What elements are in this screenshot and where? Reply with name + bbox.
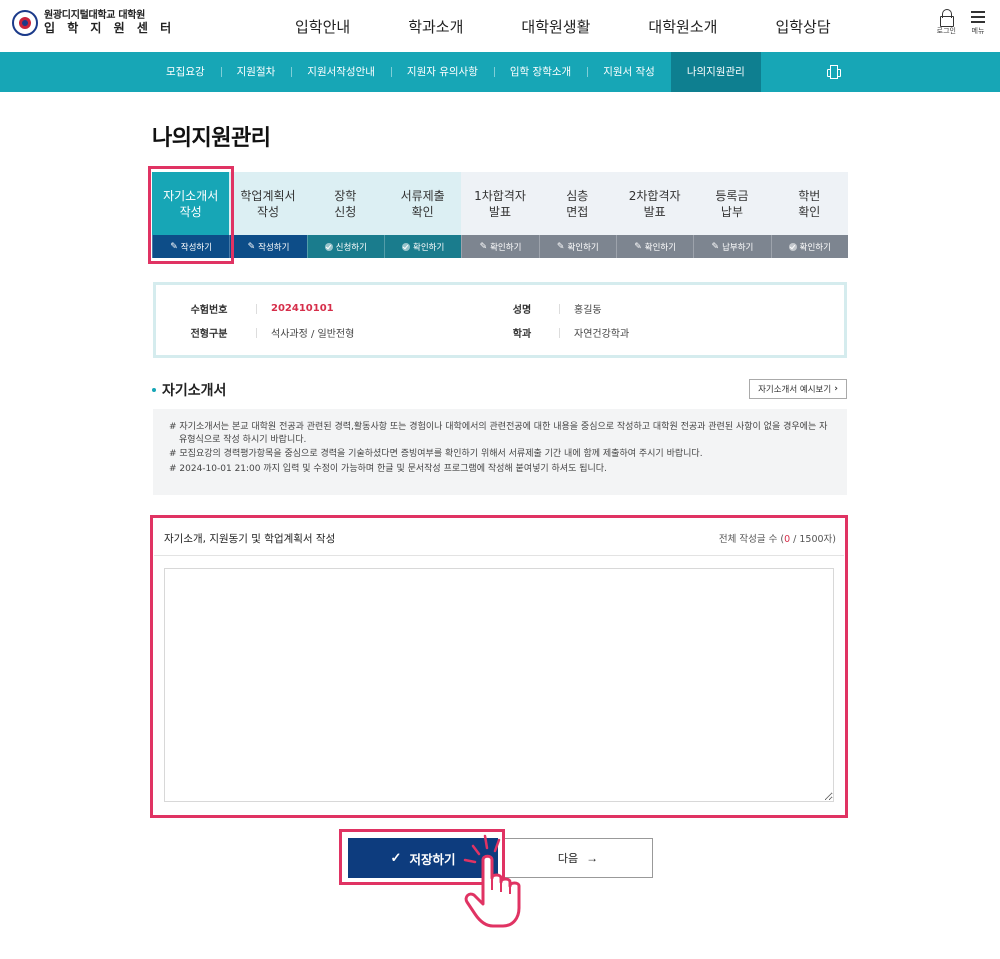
name-label: 성명: [512, 305, 532, 316]
step-action-button[interactable]: ✎ 작성하기: [229, 235, 307, 258]
step-tuition[interactable]: 등록금 납부 ✎ 납부하기: [693, 172, 771, 258]
menu-button[interactable]: 메뉴: [970, 8, 986, 36]
site-logo[interactable]: 원광디지털대학교 대학원 입 학 지 원 센 터: [12, 10, 175, 36]
self-intro-form: 자기소개, 지원동기 및 학업계획서 작성 전체 작성글 수 (0 / 1500…: [154, 518, 844, 814]
notice-box: # 자기소개서는 본교 대학원 전공과 관련된 경력,활동사항 또는 경험이나 …: [153, 409, 847, 495]
arrow-right-icon: →: [586, 851, 599, 865]
step-action-button[interactable]: 확인하기: [383, 235, 462, 258]
university-emblem-icon: [12, 10, 38, 36]
admission-type-label: 전형구분: [190, 329, 228, 340]
step-action-button[interactable]: 확인하기: [770, 235, 848, 258]
check-icon: [402, 242, 410, 251]
applicant-info-box: 수험번호 202410101 성명 홍길동 전형구분 석사과정 / 일반전형 학…: [153, 282, 847, 358]
pencil-icon: ✎: [247, 241, 256, 252]
exam-number-label: 수험번호: [190, 305, 228, 316]
step-interview[interactable]: 심층 면접 ✎ 확인하기: [538, 172, 616, 258]
application-steps: 자기소개서 작성 ✎ 작성하기 학업계획서 작성 ✎ 작성하기 장학 신청 신청하기 서류…: [152, 172, 848, 258]
step-scholarship[interactable]: 장학 신청 신청하기: [306, 172, 384, 258]
print-icon[interactable]: [826, 65, 841, 78]
hamburger-menu-icon: [970, 8, 986, 26]
department-label: 학과: [512, 329, 532, 340]
name-value: 홍길동: [574, 305, 602, 316]
subnav-item-scholarship[interactable]: 입학 장학소개: [493, 52, 587, 92]
step-action-button[interactable]: ✎ 확인하기: [538, 235, 616, 258]
gnb-item-admission-guide[interactable]: 입학안내: [295, 16, 350, 37]
subnav-item-my-application[interactable]: 나의지원관리: [670, 52, 761, 92]
checkmark-icon: ✓: [390, 850, 402, 865]
page-title: 나의지원관리: [152, 126, 271, 151]
subnav-item-recruitment[interactable]: 모집요강: [150, 52, 221, 92]
login-button[interactable]: 로그인: [937, 8, 956, 36]
step-action-button[interactable]: ✎ 작성하기: [152, 235, 230, 258]
step-action-button[interactable]: ✎ 확인하기: [461, 235, 539, 258]
pencil-icon: ✎: [634, 241, 642, 252]
step-documents[interactable]: 서류제출 확인 확인하기: [383, 172, 462, 258]
step-self-introduction[interactable]: 자기소개서 작성 ✎ 작성하기: [152, 172, 230, 258]
admission-type-value: 석사과정 / 일반전형: [271, 329, 355, 340]
menu-label: 메뉴: [971, 27, 985, 35]
pencil-icon: ✎: [170, 241, 178, 252]
notice-item: # 모집요강의 경력평가항목을 중심으로 경력을 기술하셨다면 증빙여부를 확인…: [169, 449, 703, 459]
gnb-item-about[interactable]: 대학원소개: [648, 16, 717, 37]
check-icon: [324, 242, 333, 251]
form-title: 자기소개, 지원동기 및 학업계획서 작성: [164, 533, 336, 545]
gnb-item-graduate-life[interactable]: 대학원생활: [521, 16, 590, 37]
step-first-result[interactable]: 1차합격자 발표 ✎ 확인하기: [461, 172, 539, 258]
subnav-item-write-application[interactable]: 지원서 작성: [587, 52, 671, 92]
exam-number-value: 202410101: [271, 303, 334, 314]
site-header: 원광디지털대학교 대학원 입 학 지 원 센 터 입학안내 학과소개 대학원생활…: [0, 0, 1000, 52]
subnav-item-notes[interactable]: 지원자 유의사항: [390, 52, 494, 92]
login-label: 로그인: [936, 27, 956, 35]
gnb-item-consulting[interactable]: 입학상담: [775, 16, 830, 37]
notice-item: # 자기소개서는 본교 대학원 전공과 관련된 경력,활동사항 또는 경험이나 …: [169, 422, 828, 445]
sub-nav: 모집요강 지원절차 지원서작성안내 지원자 유의사항 입학 장학소개 지원서 작…: [0, 52, 1000, 92]
chevron-right-icon: ›: [834, 384, 838, 394]
view-example-button[interactable]: 자기소개서 예시보기 ›: [749, 379, 847, 399]
lock-icon: [939, 8, 955, 27]
pencil-icon: ✎: [711, 241, 720, 252]
step-action-button[interactable]: ✎ 납부하기: [693, 235, 771, 258]
subnav-item-application-guide[interactable]: 지원서작성안내: [291, 52, 391, 92]
department-value: 자연건강학과: [574, 329, 630, 340]
self-intro-textarea[interactable]: [164, 568, 834, 802]
step-action-button[interactable]: ✎ 확인하기: [615, 235, 694, 258]
step-second-result[interactable]: 2차합격자 발표 ✎ 확인하기: [615, 172, 694, 258]
pencil-icon: ✎: [556, 241, 565, 252]
step-study-plan[interactable]: 학업계획서 작성 ✎ 작성하기: [229, 172, 307, 258]
global-nav: 입학안내 학과소개 대학원생활 대학원소개 입학상담: [295, 16, 831, 37]
notice-item: # 2024-10-01 21:00 까지 입력 및 수정이 가능하며 한글 및…: [169, 463, 607, 474]
header-utility: 로그인 메뉴: [937, 8, 986, 36]
section-title: 자기소개서: [152, 380, 226, 400]
check-icon: [788, 242, 797, 251]
bullet-icon: [152, 388, 156, 392]
subnav-item-procedure[interactable]: 지원절차: [220, 52, 292, 92]
logo-center-name: 입 학 지 원 센 터: [44, 20, 176, 35]
character-count: 전체 작성글 수 (0 / 1500자): [718, 534, 836, 545]
gnb-item-departments[interactable]: 학과소개: [408, 16, 463, 37]
next-button[interactable]: 다음 →: [503, 838, 653, 878]
step-action-button[interactable]: 신청하기: [306, 235, 384, 258]
step-student-id[interactable]: 학번 확인 확인하기: [770, 172, 848, 258]
pencil-icon: ✎: [479, 241, 488, 252]
save-button[interactable]: ✓ 저장하기: [348, 838, 498, 878]
